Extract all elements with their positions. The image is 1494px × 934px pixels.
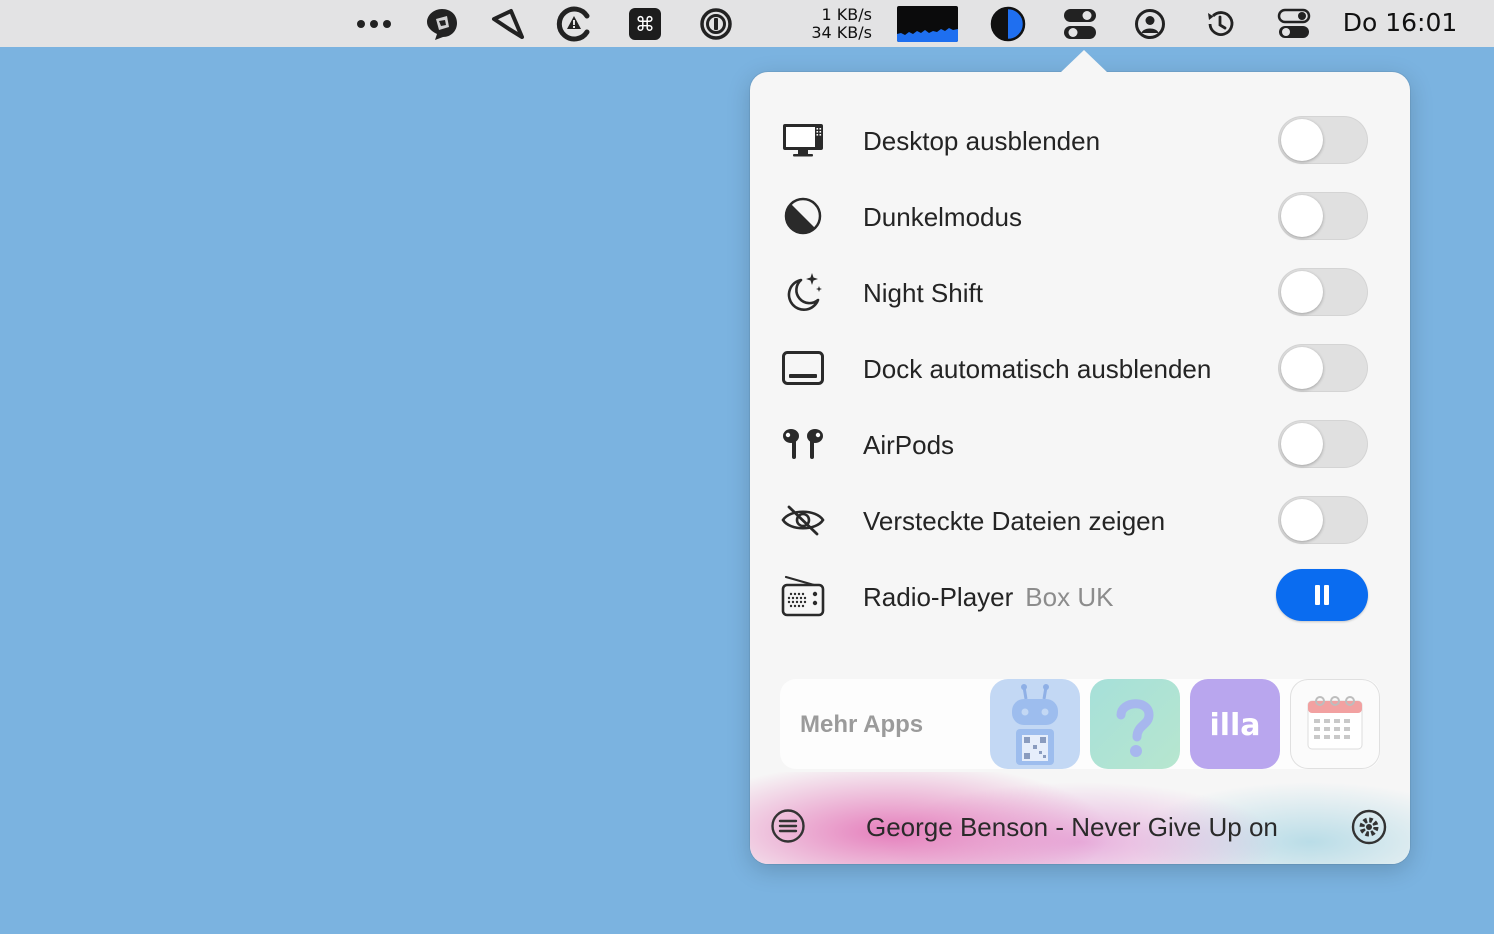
menubar: ⌘ 1 KB/s 34 KB/s Do 16:01: [0, 0, 1494, 47]
net-upload: 1 KB/s: [821, 5, 872, 24]
row-dock-autohide: Dock automatisch ausblenden: [750, 336, 1410, 400]
calendar-app-icon[interactable]: [1290, 679, 1380, 769]
user-icon[interactable]: [1130, 6, 1170, 42]
toggle-hidden-files[interactable]: [1278, 496, 1368, 544]
qr-robot-app-icon[interactable]: [990, 679, 1080, 769]
row-label: Dunkelmodus: [863, 202, 1022, 232]
toggle-airpods[interactable]: [1278, 420, 1368, 468]
contrast-icon[interactable]: [988, 5, 1028, 43]
toggle-knob: [1281, 423, 1323, 465]
row-desktop-hide: Desktop ausblenden: [750, 108, 1410, 172]
more-apps-label: Mehr Apps: [800, 711, 924, 738]
radio-pause-button[interactable]: [1276, 569, 1368, 621]
popover-arrow: [1060, 50, 1108, 73]
row-label: Radio-Player Box UK: [863, 582, 1113, 613]
row-dark-mode: Dunkelmodus: [750, 184, 1410, 248]
row-airpods: AirPods: [750, 412, 1410, 476]
desktop-icon: [778, 118, 828, 162]
toggle-knob: [1281, 271, 1323, 313]
svg-text:illa: illa: [1209, 708, 1260, 743]
warning-c-icon[interactable]: [554, 5, 594, 43]
toggle-night-shift[interactable]: [1278, 268, 1368, 316]
pointer-icon[interactable]: [488, 6, 528, 42]
night-shift-icon: [778, 270, 828, 314]
toggle-knob: [1281, 499, 1323, 541]
toggle-dock-autohide[interactable]: [1278, 344, 1368, 392]
row-label: Night Shift: [863, 278, 983, 308]
svg-text:⌘: ⌘: [635, 12, 655, 36]
onepassword-icon[interactable]: [697, 6, 735, 42]
now-playing-title: George Benson - Never Give Up on a Good …: [866, 812, 1278, 842]
list-menu-icon[interactable]: [770, 808, 806, 849]
radio-label: Radio-Player: [863, 582, 1014, 612]
toggle-knob: [1281, 347, 1323, 389]
toggle-knob: [1281, 119, 1323, 161]
now-playing-bar: George Benson - Never Give Up on a Good …: [750, 772, 1410, 864]
airpods-icon: [778, 422, 828, 466]
pause-icon: [1324, 585, 1329, 605]
net-download: 34 KB/s: [811, 23, 872, 42]
quick-settings-popover: Desktop ausblenden Dunkelmodus Night Shi…: [750, 50, 1410, 864]
dock-icon: [778, 346, 828, 390]
row-label: AirPods: [863, 430, 955, 460]
toggles-icon[interactable]: [1060, 6, 1100, 42]
gear-icon[interactable]: [1350, 808, 1388, 851]
hidden-files-icon: [778, 498, 828, 542]
toggle-dark-mode[interactable]: [1278, 192, 1368, 240]
menubar-clock[interactable]: Do 16:01: [1330, 8, 1470, 37]
toggle-knob: [1281, 195, 1323, 237]
more-apps-bar: Mehr Apps illa: [780, 679, 1380, 769]
row-label: Desktop ausblenden: [863, 126, 1101, 156]
network-speed[interactable]: 1 KB/s 34 KB/s: [790, 6, 872, 42]
network-graph-icon[interactable]: [897, 6, 958, 42]
row-night-shift: Night Shift: [750, 260, 1410, 324]
row-hidden-files: Versteckte Dateien zeigen: [750, 488, 1410, 552]
toggle-desktop-hide[interactable]: [1278, 116, 1368, 164]
dark-mode-icon: [778, 194, 828, 238]
radio-station: Box UK: [1025, 582, 1114, 612]
more-icon[interactable]: [354, 12, 394, 36]
history-icon[interactable]: [1200, 6, 1240, 42]
radio-icon: [778, 574, 828, 618]
row-label: Dock automatisch ausblenden: [863, 354, 1212, 384]
illa-app-icon[interactable]: illa: [1190, 679, 1280, 769]
question-app-icon[interactable]: [1090, 679, 1180, 769]
pause-icon: [1315, 585, 1320, 605]
command-icon[interactable]: ⌘: [627, 7, 663, 41]
row-radio-player: Radio-Player Box UK: [750, 564, 1410, 628]
shape-icon[interactable]: [422, 6, 462, 42]
row-label: Versteckte Dateien zeigen: [863, 506, 1166, 536]
control-center-icon[interactable]: [1274, 6, 1314, 42]
